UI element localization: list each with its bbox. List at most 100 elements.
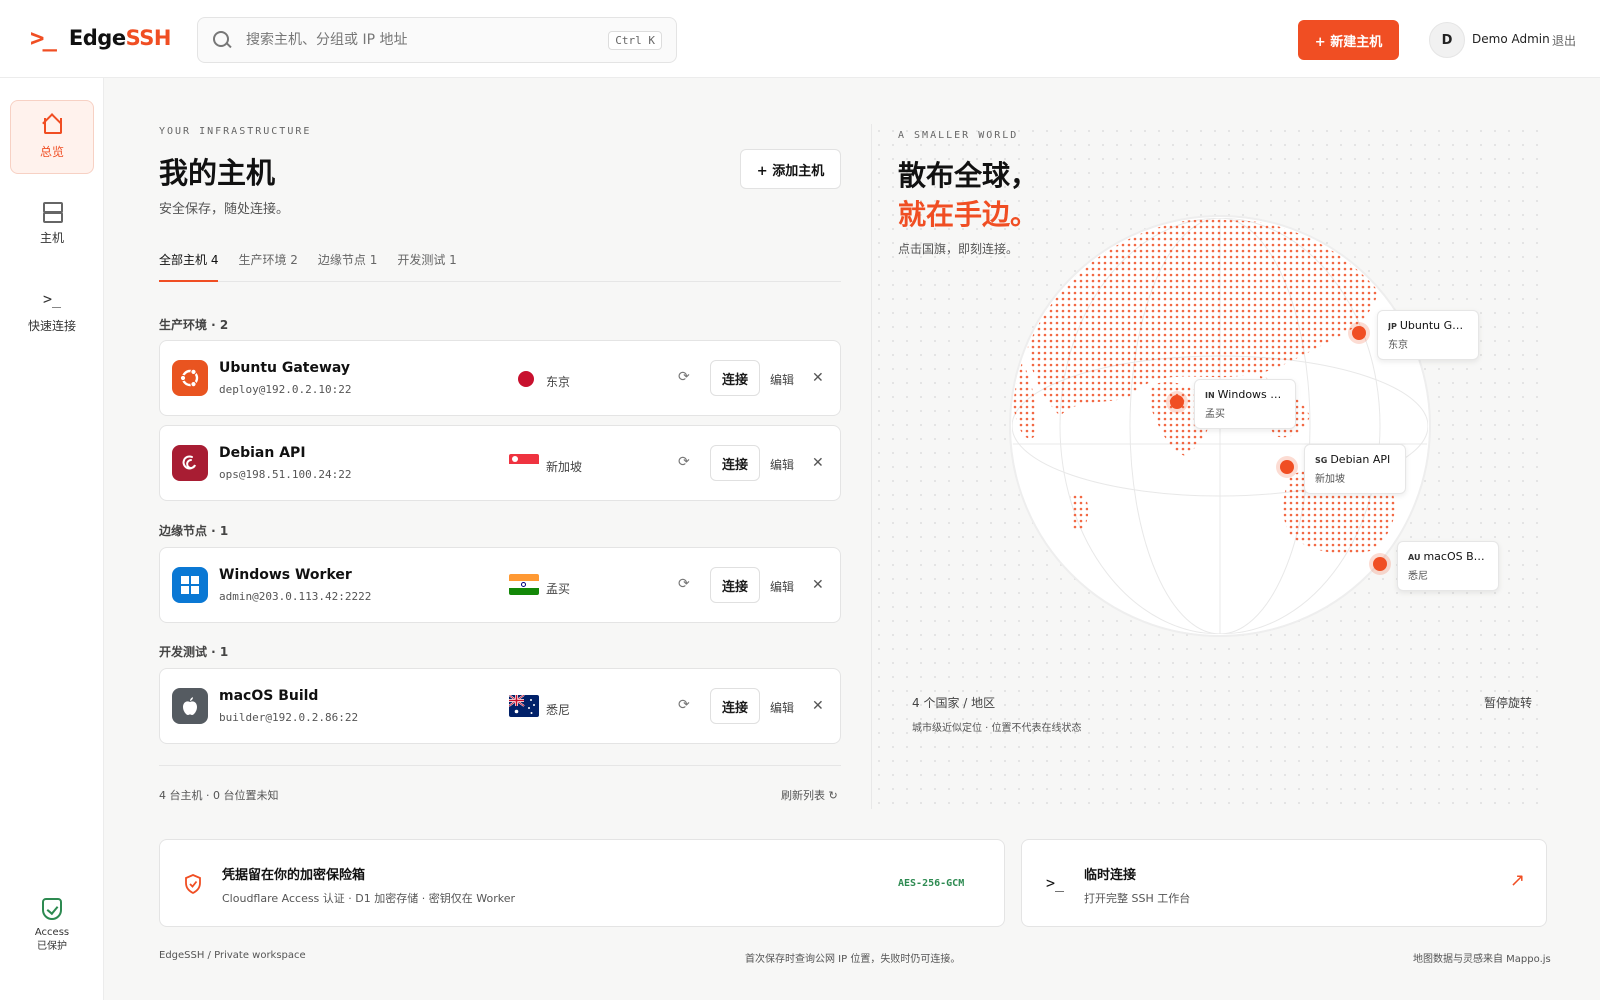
map-tag-sydney[interactable]: AU macOS Build 悉尼 [1397,541,1499,591]
edit-button[interactable]: 编辑 [770,371,794,388]
host-city: 悉尼 [546,703,571,717]
globe-eyebrow: A SMALLER WORLD [898,130,1019,141]
new-host-button[interactable]: + 新建主机 [1298,20,1399,60]
temp-connect-title: 临时连接 [1084,868,1137,883]
host-count-summary: 4 台主机 · 0 台位置未知 [159,789,279,802]
host-marker-tokyo[interactable] [1352,326,1366,340]
australia-flag-icon [509,695,539,717]
page-subtitle: 安全保存，随处连接。 [159,202,290,217]
app-name-plain: Edge [68,26,126,50]
section-eyebrow: YOUR INFRASTRUCTURE [159,126,312,137]
connect-button[interactable]: 连接 [710,567,760,603]
host-marker-mumbai[interactable] [1170,395,1184,409]
access-status: Access 已保护 [18,898,86,954]
country-count: 4 个国家 / 地区 [912,696,996,710]
host-marker-singapore[interactable] [1280,460,1294,474]
map-tag-city: 新加坡 [1315,474,1345,485]
remove-icon[interactable]: ✕ [812,698,824,714]
tab-edge[interactable]: 边缘节点 1 [318,244,377,282]
host-card[interactable]: Debian API ops@198.51.100.24:22 新加坡 ⟳ 连接… [159,425,841,501]
map-tag-host: Debian API [1330,453,1391,466]
map-tag-mumbai[interactable]: IN Windows W... 孟买 [1194,379,1296,429]
host-tabs: 全部主机 4 生产环境 2 边缘节点 1 开发测试 1 [159,244,841,282]
refresh-location-icon[interactable]: ⟳ [678,697,690,713]
remove-icon[interactable]: ✕ [812,577,824,593]
sidebar-item-quick-connect[interactable]: >_ 快速连接 [10,274,94,348]
japan-flag-icon [518,371,534,387]
connect-button[interactable]: 连接 [710,445,760,481]
host-name: Debian API [219,445,306,461]
host-card[interactable]: Ubuntu Gateway deploy@192.0.2.10:22 东京 ⟳… [159,340,841,416]
tab-production[interactable]: 生产环境 2 [238,244,297,282]
shield-check-icon [42,898,62,920]
host-address: builder@192.0.2.86:22 [219,711,359,724]
sidebar-item-hosts[interactable]: 主机 [10,186,94,260]
remove-icon[interactable]: ✕ [812,455,824,471]
refresh-location-icon[interactable]: ⟳ [678,454,690,470]
encryption-badge: AES-256-GCM [898,878,965,889]
edit-button[interactable]: 编辑 [770,699,794,716]
apple-icon [172,688,208,724]
group-label-dev: 开发测试 · 1 [159,645,229,659]
host-name: Ubuntu Gateway [219,360,351,376]
india-flag-icon [509,574,539,595]
host-city: 东京 [546,375,571,389]
vault-title: 凭据留在你的加密保险箱 [222,868,366,883]
logo[interactable]: >_ EdgeSSH [30,24,171,52]
map-tag-title: JP Ubuntu Gat... [1388,319,1468,332]
avatar[interactable]: D [1429,22,1465,58]
host-address: deploy@192.0.2.10:22 [219,383,352,396]
map-tag-host: macOS Build [1423,550,1488,563]
page-title: 我的主机 [159,156,276,190]
pause-rotation-button[interactable]: 暂停旋转 [1484,694,1532,711]
search-bar[interactable]: Ctrl K [197,17,677,63]
remove-icon[interactable]: ✕ [812,370,824,386]
refresh-list-link[interactable]: 刷新列表 ↻ [781,787,838,803]
arrow-up-right-icon[interactable]: ↗ [1510,870,1525,891]
refresh-location-icon[interactable]: ⟳ [678,576,690,592]
home-icon [41,115,63,135]
host-name: Windows Worker [219,567,352,583]
terminal-logo-icon: >_ [30,24,57,52]
host-city: 新加坡 [546,460,583,474]
map-tag-city: 孟买 [1205,409,1225,420]
map-tag-singapore[interactable]: SG Debian API 新加坡 [1304,444,1406,494]
connect-button[interactable]: 连接 [710,360,760,396]
sidebar-item-overview[interactable]: 总览 [10,100,94,174]
host-card[interactable]: macOS Build builder@192.0.2.86:22 悉尼 ⟳ 连… [159,668,841,744]
country-code: JP [1388,322,1397,331]
search-input[interactable] [246,32,609,48]
terminal-icon: >_ [42,289,62,308]
map-tag-host: Windows W... [1217,388,1285,401]
map-tag-title: AU macOS Build [1408,550,1488,563]
footer-workspace: EdgeSSH / Private workspace [159,950,306,961]
temp-connect-card[interactable]: >_ 临时连接 打开完整 SSH 工作台 ↗ [1021,839,1547,927]
app-name: EdgeSSH [68,26,172,50]
host-card[interactable]: Windows Worker admin@203.0.113.42:2222 孟… [159,547,841,623]
sidebar-item-label: 快速连接 [27,318,76,333]
globe-title: 散布全球， [898,159,1039,192]
connect-button[interactable]: 连接 [710,688,760,724]
footer-attribution: 地图数据与灵感来自 Mappo.js [1413,954,1551,965]
singapore-flag-icon [509,454,539,474]
vault-card: 凭据留在你的加密保险箱 Cloudflare Access 认证 · D1 加密… [159,839,1005,927]
group-label-production: 生产环境 · 2 [159,318,229,332]
temp-connect-subtitle: 打开完整 SSH 工作台 [1084,892,1191,905]
country-code: AU [1408,553,1421,562]
sidebar: 总览 主机 >_ 快速连接 Access 已保护 [0,78,104,1000]
location-disclaimer: 城市级近似定位 · 位置不代表在线状态 [912,723,1082,734]
map-tag-host: Ubuntu Gat... [1399,319,1468,332]
refresh-location-icon[interactable]: ⟳ [678,369,690,385]
divider [159,765,841,766]
tab-all-hosts[interactable]: 全部主机 4 [159,244,219,282]
logout-link[interactable]: 退出 [1552,32,1576,49]
edit-button[interactable]: 编辑 [770,578,794,595]
search-icon [212,30,232,50]
edit-button[interactable]: 编辑 [770,456,794,473]
top-bar: >_ EdgeSSH Ctrl K + 新建主机 D Demo Admin 退出 [0,0,1600,78]
tab-dev[interactable]: 开发测试 1 [397,244,456,282]
host-name: macOS Build [219,688,319,704]
add-host-button[interactable]: + 添加主机 [740,149,841,189]
host-marker-sydney[interactable] [1373,557,1387,571]
map-tag-tokyo[interactable]: JP Ubuntu Gat... 东京 [1377,310,1479,360]
